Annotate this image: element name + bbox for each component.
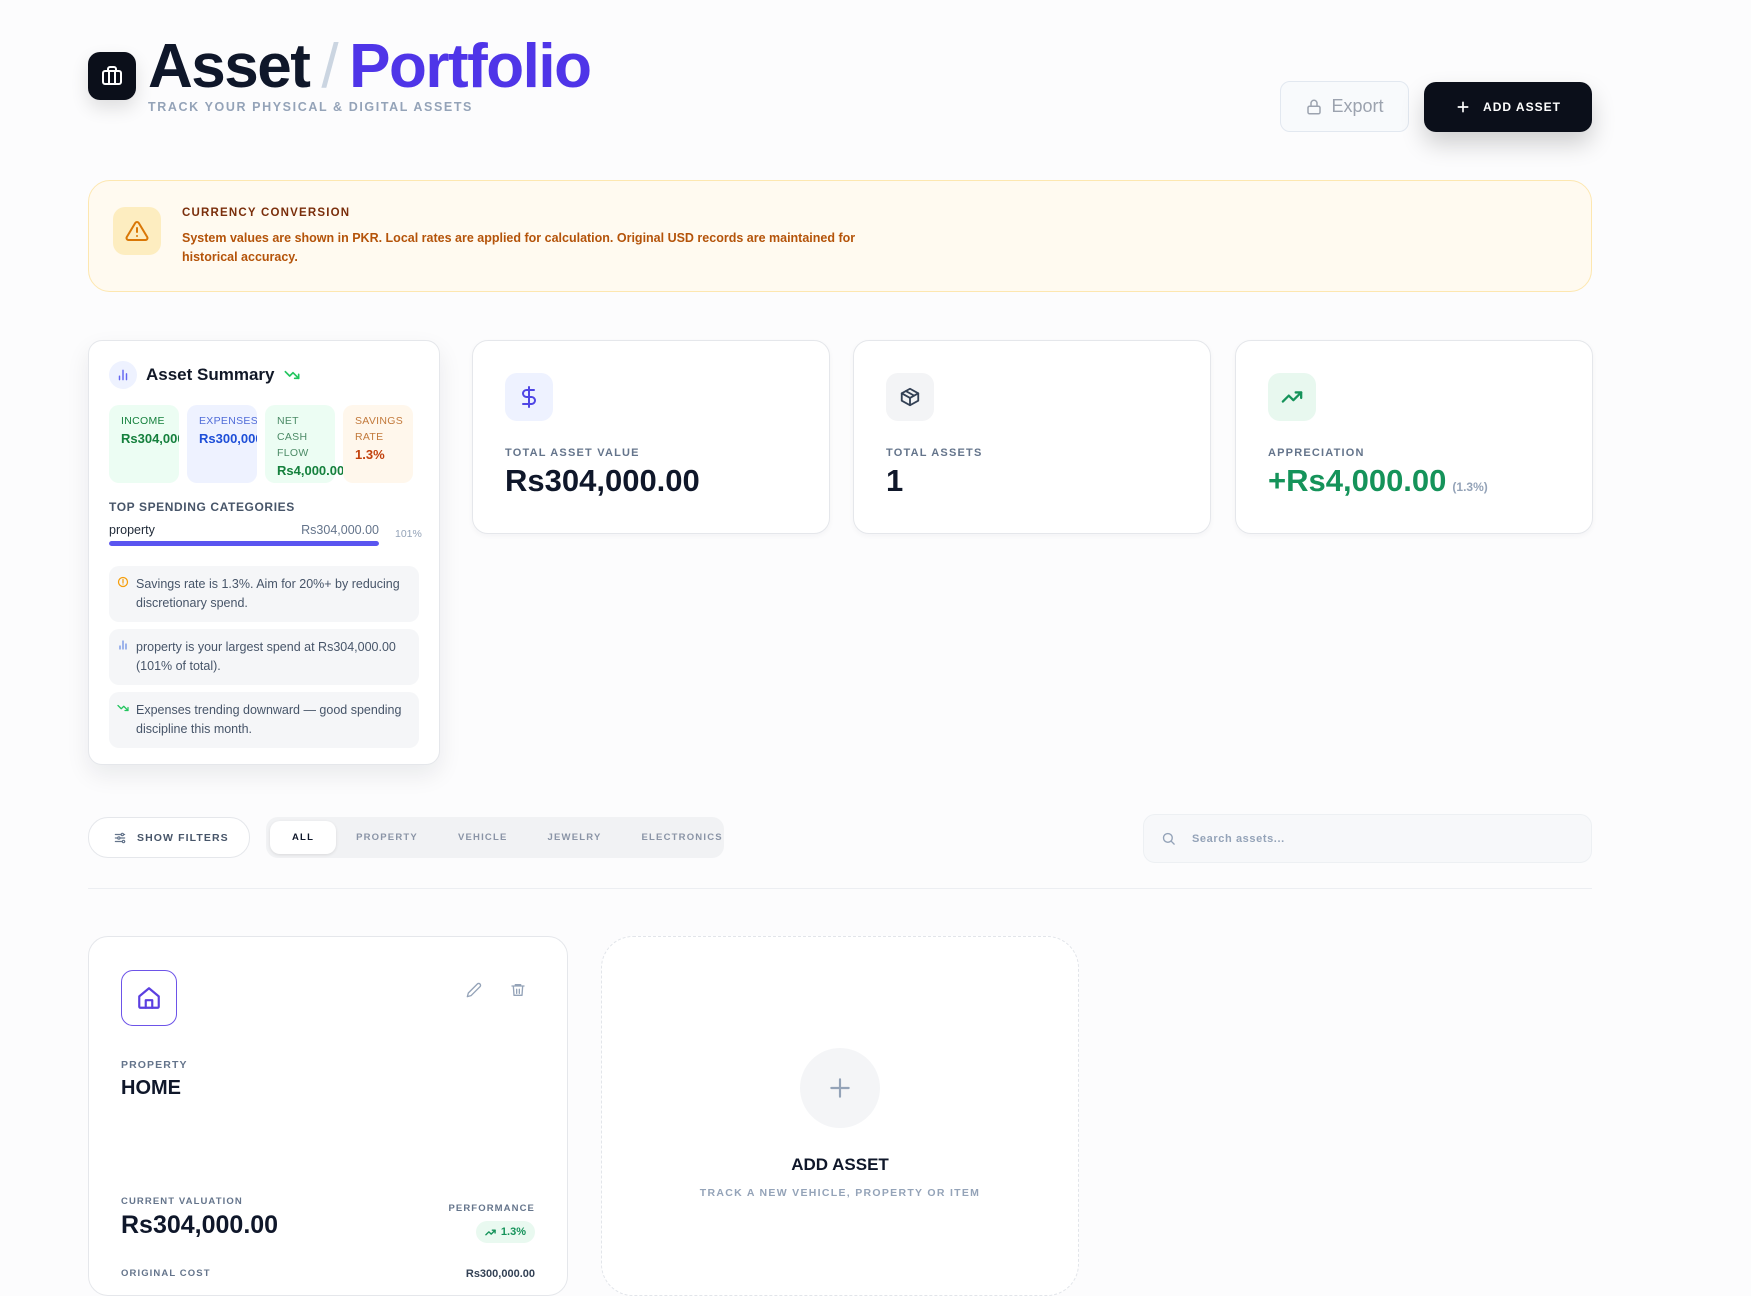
top-categories-heading: TOP SPENDING CATEGORIES <box>109 500 295 514</box>
stat-value: 1 <box>886 463 904 498</box>
warning-icon <box>113 207 161 255</box>
tab-all[interactable]: ALL <box>270 821 337 854</box>
appreciation-percent: (1.3%) <box>1452 480 1488 494</box>
trending-up-icon <box>1268 373 1316 421</box>
export-label: Export <box>1331 96 1384 116</box>
pencil-icon <box>466 982 482 998</box>
search-icon <box>1162 832 1175 845</box>
summary-header: Asset Summary <box>109 361 300 389</box>
trending-down-icon <box>284 370 300 380</box>
info-icon <box>117 576 129 588</box>
summary-title: Asset Summary <box>146 365 275 384</box>
edit-button[interactable] <box>463 979 485 1001</box>
dollar-icon <box>505 373 553 421</box>
category-progress-fill <box>109 541 379 546</box>
stat-label: TOTAL ASSETS <box>886 447 983 459</box>
add-asset-card[interactable]: ADD ASSET TRACK A NEW VEHICLE, PROPERTY … <box>601 936 1079 1296</box>
current-valuation-label: CURRENT VALUATION <box>121 1196 243 1207</box>
briefcase-icon <box>102 66 122 85</box>
bar-chart-small-icon <box>119 640 127 650</box>
appreciation-value: +Rs4,000.00 <box>1268 463 1447 498</box>
summary-tiles: INCOME Rs304,000. EXPENSES Rs300,000. NE… <box>109 405 413 483</box>
original-cost-value: Rs300,000.00 <box>465 1268 535 1280</box>
insight-trend-text: Expenses trending downward — good spendi… <box>136 703 402 736</box>
export-button[interactable]: Export <box>1280 81 1409 132</box>
section-divider <box>88 888 1592 889</box>
income-tile: INCOME Rs304,000. <box>109 405 179 483</box>
total-assets-card: TOTAL ASSETS 1 <box>853 340 1211 534</box>
show-filters-button[interactable]: SHOW FILTERS <box>88 817 250 858</box>
income-value: Rs304,000. <box>121 431 179 446</box>
home-icon <box>121 970 177 1026</box>
category-progress-bar <box>109 541 379 546</box>
total-asset-value-card: TOTAL ASSET VALUE Rs304,000.00 <box>472 340 830 534</box>
expenses-value: Rs300,000. <box>199 431 257 446</box>
app-logo <box>88 52 136 100</box>
asset-summary-card: Asset Summary INCOME Rs304,000. EXPENSES… <box>88 340 440 765</box>
add-asset-subtitle: TRACK A NEW VEHICLE, PROPERTY OR ITEM <box>699 1187 981 1199</box>
insight-trend: Expenses trending downward — good spendi… <box>109 692 419 748</box>
banner-text: System values are shown in PKR. Local ra… <box>182 231 856 264</box>
trash-icon <box>511 984 525 996</box>
income-label: INCOME <box>121 415 165 427</box>
delete-button[interactable] <box>507 979 529 1001</box>
category-percent: 101% <box>395 528 422 540</box>
expenses-label: EXPENSES <box>199 415 257 427</box>
trending-up-small-icon <box>485 1229 496 1235</box>
title-main: Asset <box>148 32 311 101</box>
banner-title: CURRENCY CONVERSION <box>182 207 351 219</box>
performance-value: 1.3% <box>500 1226 526 1238</box>
box-icon <box>886 373 934 421</box>
add-asset-label: ADD ASSET <box>1483 100 1561 114</box>
tab-jewelry[interactable]: JEWELRY <box>528 821 622 854</box>
current-valuation-value: Rs304,000.00 <box>121 1211 279 1239</box>
title-accent: Portfolio <box>349 32 592 101</box>
insight-largest-spend-text: property is your largest spend at Rs304,… <box>136 640 396 673</box>
insight-savings: Savings rate is 1.3%. Aim for 20%+ by re… <box>109 566 419 622</box>
show-filters-label: SHOW FILTERS <box>137 831 229 844</box>
net-cash-flow-value: Rs4,000.00 <box>277 463 345 478</box>
net-cash-flow-label: NET CASH FLOW <box>277 415 309 459</box>
plus-circle-icon <box>800 1048 880 1128</box>
original-cost-label: ORIGINAL COST <box>121 1268 211 1279</box>
bar-chart-icon <box>109 361 137 389</box>
lock-icon <box>1307 99 1322 114</box>
savings-rate-value: 1.3% <box>355 447 385 462</box>
title-separator: / <box>321 32 338 101</box>
page-subtitle: TRACK YOUR PHYSICAL & DIGITAL ASSETS <box>148 100 473 114</box>
search-input[interactable] <box>1190 831 1550 846</box>
net-cash-flow-tile: NET CASH FLOW Rs4,000.00 <box>265 405 345 483</box>
stat-value: Rs304,000.00 <box>505 463 700 498</box>
appreciation-card: APPRECIATION +Rs4,000.00 (1.3%) <box>1235 340 1593 534</box>
category-amount: Rs304,000.00 <box>301 523 379 537</box>
asset-name: HOME <box>121 1077 181 1099</box>
currency-banner: CURRENCY CONVERSION System values are sh… <box>88 180 1592 292</box>
tab-electronics[interactable]: ELECTRONICS <box>622 821 743 854</box>
trending-down-small-icon <box>117 704 129 712</box>
performance-badge: 1.3% <box>475 1221 535 1243</box>
tab-vehicle[interactable]: VEHICLE <box>438 821 528 854</box>
stat-value: +Rs4,000.00 (1.3%) <box>1268 463 1488 499</box>
category-name: property <box>109 523 155 537</box>
category-row: property Rs304,000.00 <box>109 523 379 537</box>
savings-rate-tile: SAVINGS RATE 1.3% <box>343 405 413 483</box>
add-asset-button[interactable]: ADD ASSET <box>1424 82 1592 132</box>
asset-card[interactable]: PROPERTY HOME CURRENT VALUATION Rs304,00… <box>88 936 568 1296</box>
savings-rate-label: SAVINGS RATE <box>355 415 404 443</box>
insight-savings-text: Savings rate is 1.3%. Aim for 20%+ by re… <box>136 577 400 610</box>
tab-property[interactable]: PROPERTY <box>336 821 438 854</box>
performance-label: PERFORMANCE <box>448 1203 535 1214</box>
plus-icon <box>1457 101 1469 113</box>
search-box[interactable] <box>1143 814 1592 863</box>
insight-largest-spend: property is your largest spend at Rs304,… <box>109 629 419 685</box>
add-asset-title: ADD ASSET <box>791 1155 889 1174</box>
expenses-tile: EXPENSES Rs300,000. <box>187 405 257 483</box>
page-title: Asset / Portfolio <box>148 32 592 102</box>
sliders-icon <box>114 832 126 843</box>
category-tabs: ALL PROPERTY VEHICLE JEWELRY ELECTRONICS <box>266 817 724 858</box>
asset-category: PROPERTY <box>121 1059 188 1071</box>
stat-label: APPRECIATION <box>1268 447 1365 459</box>
stat-label: TOTAL ASSET VALUE <box>505 447 640 459</box>
